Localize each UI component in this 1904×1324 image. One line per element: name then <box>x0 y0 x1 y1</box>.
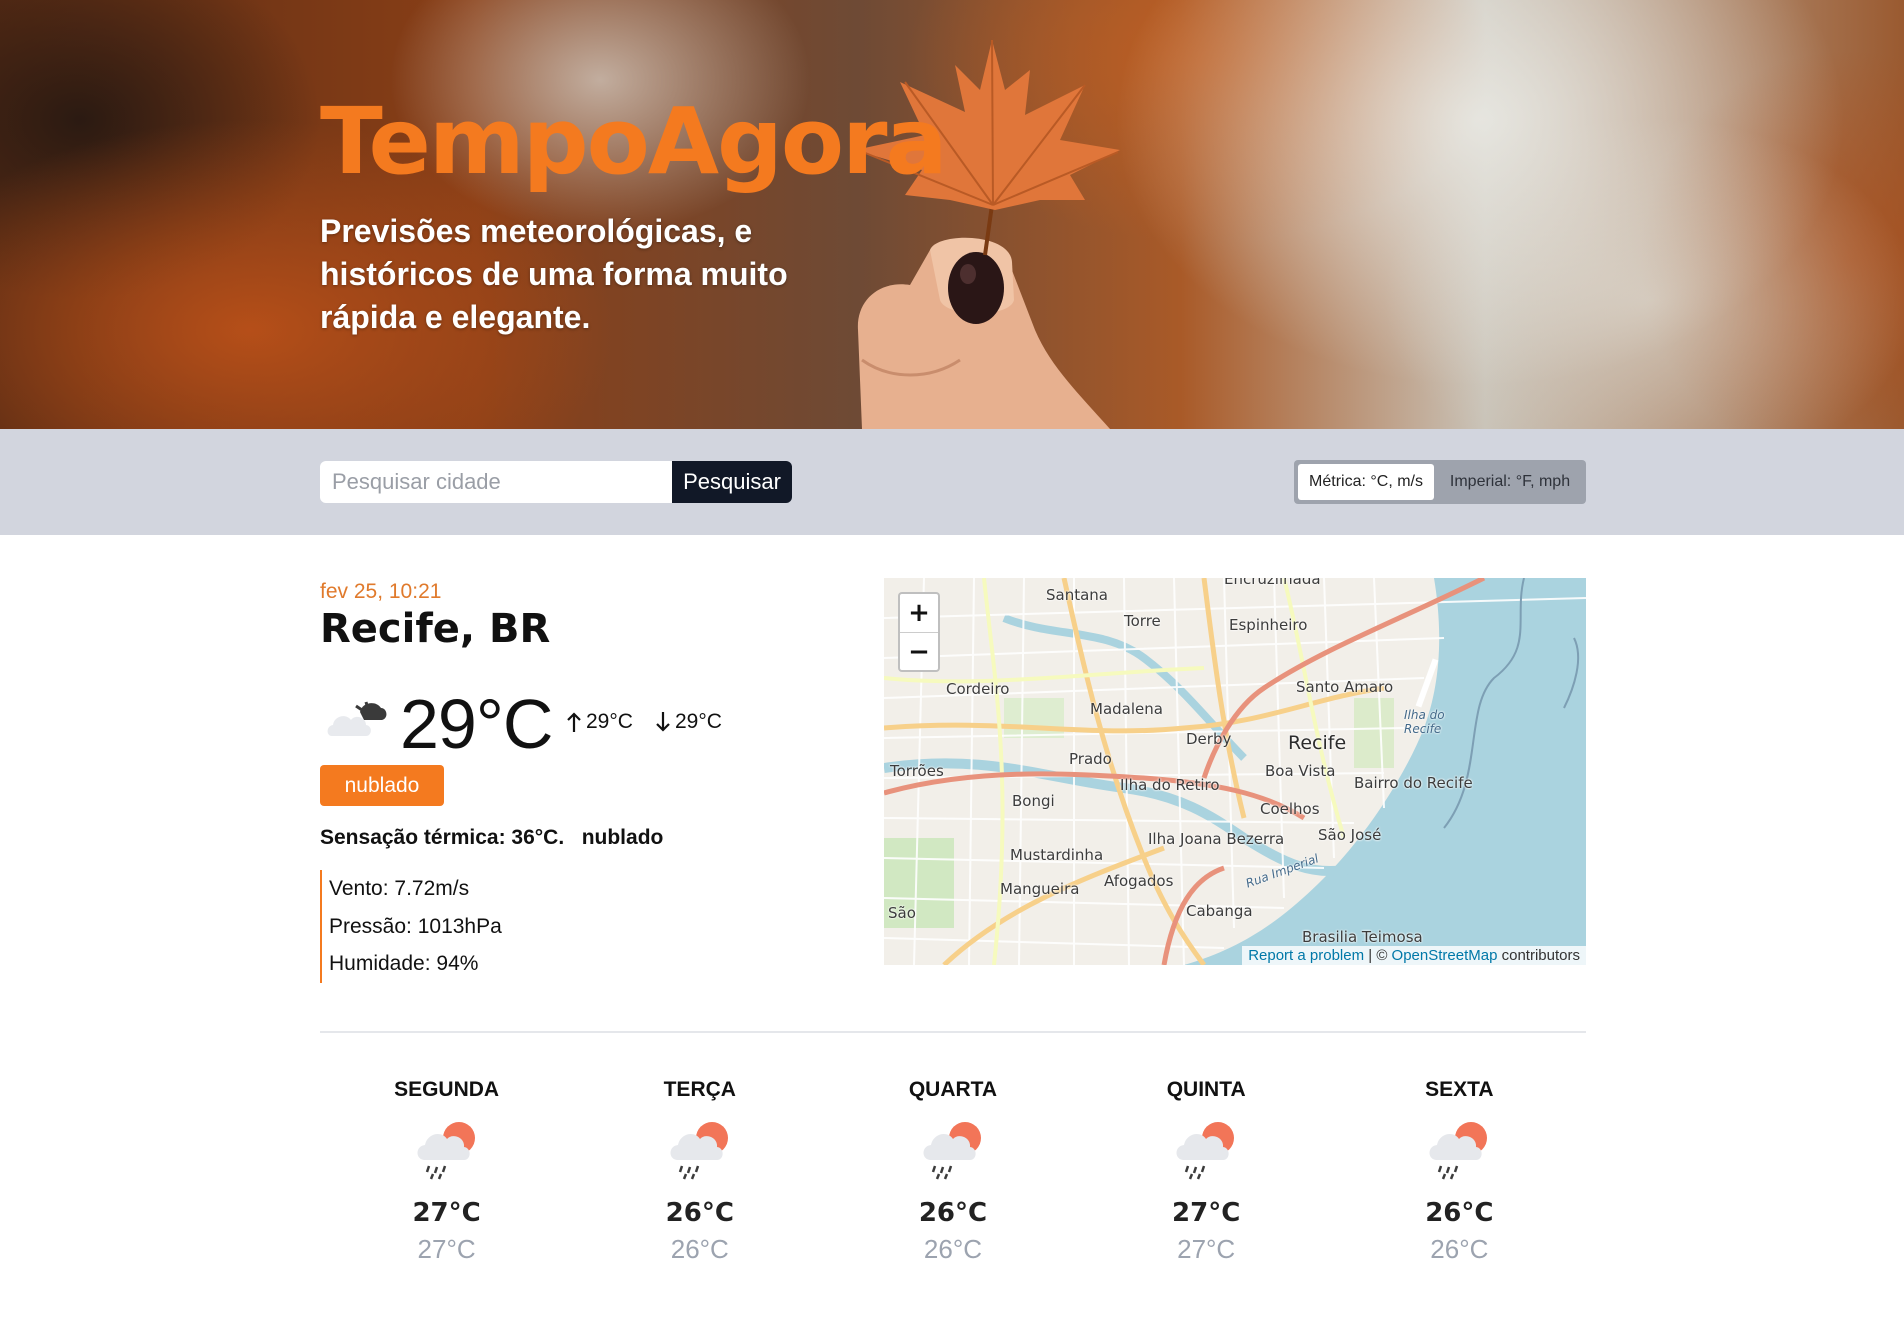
zoom-out-button[interactable]: − <box>900 632 938 670</box>
map-label-sao: São <box>888 904 916 922</box>
search-toolbar: Pesquisar Métrica: °C, m/s Imperial: °F,… <box>0 429 1904 535</box>
forecast-day: SEGUNDA 27°C 27°C <box>320 1070 573 1265</box>
map-label-bairro-do-recife: Bairro do Recife <box>1354 774 1473 792</box>
min-temp: 29°C <box>655 710 722 734</box>
arrow-up-icon <box>567 712 581 732</box>
forecast-day-name: QUARTA <box>908 1078 998 1101</box>
max-temp-value: 29°C <box>586 710 633 733</box>
forecast-min-temp: 26°C <box>923 1234 983 1264</box>
section-divider <box>320 1031 1586 1033</box>
forecast-day-name: SEXTA <box>1425 1078 1494 1101</box>
forecast-max-temp: 27°C <box>1172 1198 1241 1228</box>
feels-like-condition: nublado <box>581 826 664 849</box>
map-label-afogados: Afogados <box>1104 872 1174 890</box>
app-subtitle: Previsões meteorológicas, e históricos d… <box>320 213 788 335</box>
map-label-cordeiro: Cordeiro <box>946 680 1010 698</box>
report-problem-link[interactable]: Report a problem <box>1248 947 1364 964</box>
search-input[interactable] <box>320 461 672 503</box>
forecast-max-temp: 27°C <box>412 1198 481 1228</box>
humidity-value: Humidade: 94% <box>329 952 479 975</box>
map-label-bongi: Bongi <box>1012 792 1055 810</box>
arrow-down-icon <box>656 712 670 732</box>
forecast-day: TERÇA 26°C 26°C <box>573 1070 826 1265</box>
map-attribution: Report a problem | © OpenStreetMap contr… <box>1242 946 1586 965</box>
cloudy-icon <box>327 701 387 736</box>
map-label-espinheiro: Espinheiro <box>1229 616 1308 634</box>
map-label-cabanga: Cabanga <box>1186 902 1253 920</box>
attribution-tail: contributors <box>1497 947 1580 964</box>
map-label-derby: Derby <box>1186 730 1232 748</box>
zoom-controls: + − <box>898 592 940 672</box>
min-temp-value: 29°C <box>675 710 722 733</box>
map-label-santo-amaro: Santo Amaro <box>1296 678 1394 696</box>
map-label-torre: Torre <box>1124 612 1161 630</box>
hero-photo-leaf-hand <box>855 39 1120 429</box>
map-label-ilha-joana-bezerra: Ilha Joana Bezerra <box>1148 830 1285 848</box>
hero-banner: TempoAgora Previsões meteorológicas, e h… <box>0 0 1904 429</box>
map-label-mangueira: Mangueira <box>1000 880 1080 898</box>
map-label-torroes: Torrões <box>890 762 944 780</box>
map-label-encruzilhada: Encruzilhada <box>1224 578 1321 588</box>
forecast-day-name: QUINTA <box>1166 1078 1246 1101</box>
current-datetime: fev 25, 10:21 <box>320 580 442 603</box>
map-label-santana: Santana <box>1046 586 1108 604</box>
map-label-ilha-do-retiro: Ilha do Retiro <box>1120 776 1220 794</box>
map-label-mustardinha: Mustardinha <box>1010 846 1104 864</box>
forecast-min-temp: 26°C <box>1430 1234 1489 1264</box>
forecast-day: SEXTA 26°C 26°C <box>1333 1070 1586 1265</box>
map-label-coelhos: Coelhos <box>1260 800 1320 818</box>
openstreetmap-link[interactable]: OpenStreetMap <box>1392 947 1498 964</box>
current-temperature: 29°C <box>400 685 553 763</box>
forecast-min-temp: 27°C <box>1177 1234 1236 1264</box>
feels-like: Sensação térmica: 36°C. nublado <box>320 826 663 850</box>
rain-sun-icon <box>923 1122 981 1180</box>
rain-sun-icon <box>417 1122 475 1180</box>
forecast-min-temp: 26°C <box>670 1234 729 1264</box>
forecast-day: QUARTA 26°C 26°C <box>826 1070 1079 1265</box>
app-title: TempoAgora <box>320 88 948 195</box>
rain-sun-icon <box>670 1122 728 1180</box>
unit-toggle: Métrica: °C, m/s Imperial: °F, mph <box>1294 460 1586 504</box>
forecast-day-name: SEGUNDA <box>394 1078 500 1101</box>
forecast-min-temp: 27°C <box>417 1234 476 1264</box>
map-label-sao-jose: São José <box>1318 826 1382 844</box>
wind-value: Vento: 7.72m/s <box>329 877 470 900</box>
imperial-unit-option[interactable]: Imperial: °F, mph <box>1438 464 1582 500</box>
max-temp: 29°C <box>566 710 633 734</box>
forecast-day-name: TERÇA <box>663 1078 736 1101</box>
feels-like-text: Sensação térmica: 36°C. <box>320 826 565 849</box>
forecast-max-temp: 26°C <box>918 1198 988 1228</box>
forecast-max-temp: 26°C <box>665 1198 734 1228</box>
forecast-max-temp: 26°C <box>1425 1198 1494 1228</box>
rain-sun-icon <box>1429 1122 1488 1180</box>
location-name: Recife, BR <box>320 606 551 652</box>
attribution-separator: | © <box>1364 947 1392 964</box>
forecast-list: SEGUNDA 27°C 27°C TERÇA 26°C 26°C QUARTA… <box>320 1070 1586 1265</box>
pressure-value: Pressão: 1013hPa <box>329 914 502 938</box>
map-label-ilha-do-recife: Ilha do Recife <box>1404 708 1445 736</box>
rain-sun-icon <box>1176 1122 1235 1180</box>
map-label-brasilia-teimosa: Brasilia Teimosa <box>1302 928 1423 946</box>
condition-badge: nublado <box>320 765 444 806</box>
city-map[interactable]: + − Encruzilhada Santana Torre Espinheir… <box>884 578 1586 965</box>
map-label-prado: Prado <box>1069 750 1112 768</box>
map-label-madalena: Madalena <box>1090 700 1163 718</box>
forecast-day: QUINTA 27°C 27°C <box>1080 1070 1333 1265</box>
metric-unit-option[interactable]: Métrica: °C, m/s <box>1298 464 1434 500</box>
zoom-in-button[interactable]: + <box>900 594 938 632</box>
map-label-boa-vista: Boa Vista <box>1265 762 1336 780</box>
search-button[interactable]: Pesquisar <box>672 461 792 503</box>
weather-details: Vento: 7.72m/s Pressão: 1013hPa Humidade… <box>320 870 502 983</box>
map-label-recife: Recife <box>1288 732 1347 754</box>
